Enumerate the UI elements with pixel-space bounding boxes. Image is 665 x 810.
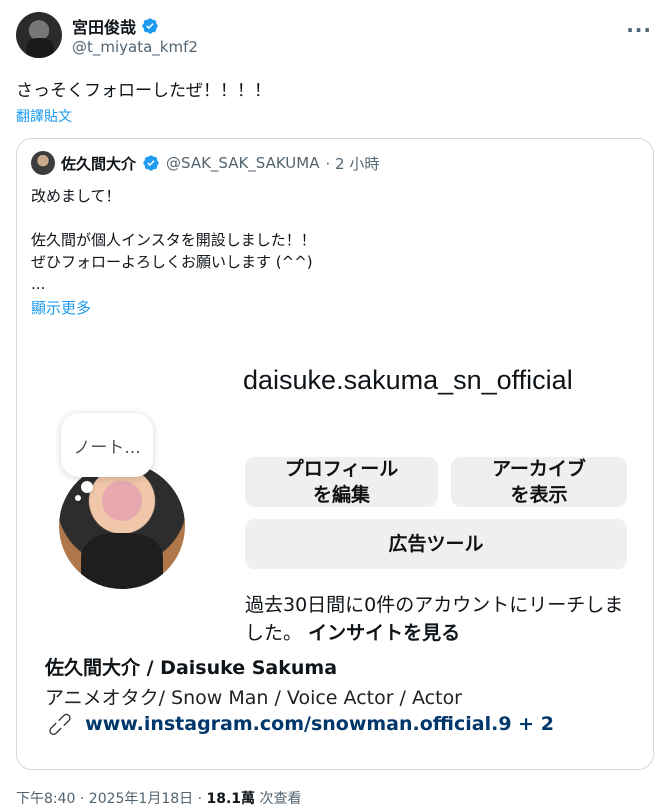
- verified-badge-icon: [142, 18, 158, 34]
- insights-link: インサイトを見る: [308, 622, 461, 644]
- author-avatar[interactable]: [16, 12, 62, 58]
- author-name[interactable]: 宮田俊哉: [72, 14, 136, 38]
- ad-tools-button: 広告ツール: [245, 519, 627, 569]
- verified-badge-icon: [143, 155, 159, 171]
- instagram-link-text: www.instagram.com/snowman.official.9 + 2: [85, 713, 554, 735]
- quoted-line: 改めまして！: [31, 187, 121, 205]
- view-count: 18.1萬: [206, 791, 256, 807]
- author-handle[interactable]: @t_miyata_kmf2: [72, 38, 198, 56]
- instagram-screenshot[interactable]: daisuke.sakuma_sn_official ノート... プロフィール…: [17, 333, 653, 769]
- link-icon: ⊂⊃: [41, 705, 79, 743]
- tweet-timestamp[interactable]: 下午8:40 · 2025年1月18日 ·: [16, 791, 207, 807]
- show-more-link[interactable]: 顯示更多: [31, 297, 91, 318]
- quoted-line: [31, 207, 316, 229]
- instagram-link: ⊂⊃ www.instagram.com/snowman.official.9 …: [42, 706, 554, 742]
- view-archive-button: アーカイブ を表示: [451, 457, 627, 507]
- quoted-avatar: [31, 151, 55, 175]
- instagram-note: ノート...: [61, 413, 153, 477]
- reach-summary: 過去30日間に0件のアカウントにリーチしました。 インサイトを見る: [245, 591, 635, 647]
- quoted-author-handle: @SAK_SAK_SAKUMA: [166, 154, 320, 172]
- quoted-author-name: 佐久間大介: [61, 154, 137, 173]
- quoted-time: · 2 小時: [325, 154, 380, 173]
- instagram-bio: アニメオタク/ Snow Man / Voice Actor / Actor: [45, 687, 462, 709]
- quoted-line: ぜひフォローよろしくお願いします (^^): [31, 253, 313, 271]
- tweet-header: 宮田俊哉 @t_miyata_kmf2 ···: [16, 12, 656, 60]
- more-dots-icon[interactable]: ···: [626, 18, 652, 42]
- quoted-line: 佐久間が個人インスタを開設しました！！: [31, 231, 316, 249]
- quoted-tweet[interactable]: 佐久間大介 @SAK_SAK_SAKUMA · 2 小時 改めまして！ 佐久間が…: [16, 138, 654, 770]
- view-count-label: 次查看: [255, 791, 302, 807]
- quoted-text: 改めまして！ 佐久間が個人インスタを開設しました！！ ぜひフォローよろしくお願い…: [31, 185, 316, 295]
- note-bubble-dot: [75, 495, 81, 501]
- quoted-line: ...: [31, 275, 46, 293]
- tweet-meta: 下午8:40 · 2025年1月18日 · 18.1萬 次查看: [16, 788, 302, 808]
- view-archive-label: アーカイブ を表示: [492, 458, 586, 506]
- edit-profile-button: プロフィール を編集: [245, 457, 438, 507]
- tweet-text: さっそくフォローしたぜ！！！！: [16, 81, 271, 101]
- edit-profile-label: プロフィール を編集: [284, 458, 399, 506]
- instagram-profile-picture: [59, 463, 185, 589]
- quoted-header: 佐久間大介 @SAK_SAK_SAKUMA · 2 小時: [31, 151, 379, 175]
- instagram-full-name: 佐久間大介 / Daisuke Sakuma: [45, 657, 338, 679]
- note-bubble-dot: [81, 481, 93, 493]
- instagram-username: daisuke.sakuma_sn_official: [243, 365, 573, 395]
- translate-link[interactable]: 翻譯貼文: [16, 106, 72, 126]
- author-name-row: 宮田俊哉: [72, 14, 159, 38]
